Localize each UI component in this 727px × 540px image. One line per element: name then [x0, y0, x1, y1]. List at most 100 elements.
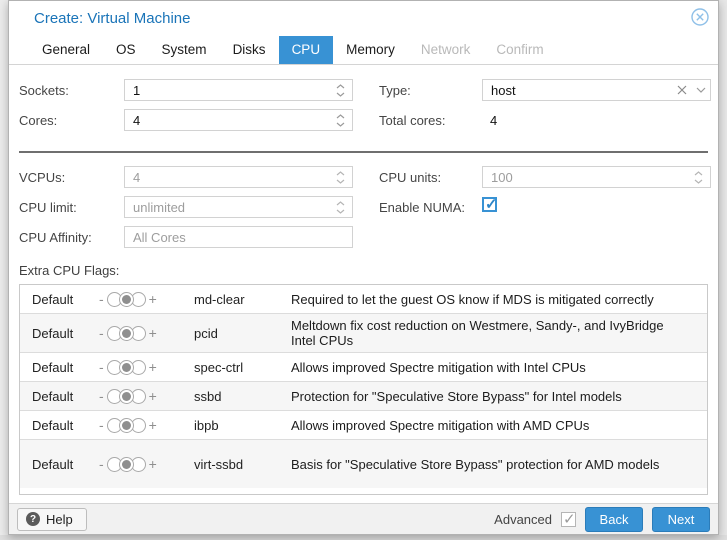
- tab-disks[interactable]: Disks: [220, 36, 279, 64]
- question-mark-icon: ?: [26, 512, 40, 526]
- flag-state-label: Default: [32, 457, 99, 472]
- table-row: Default - + spec-ctrl Allows improved Sp…: [20, 353, 707, 382]
- table-row: Default - + ibpb Allows improved Spectre…: [20, 411, 707, 440]
- slider-default-position[interactable]: [119, 389, 134, 404]
- back-button[interactable]: Back: [585, 507, 643, 532]
- slider-default-position[interactable]: [119, 292, 134, 307]
- advanced-label: Advanced: [494, 512, 552, 527]
- cores-field: [124, 109, 353, 131]
- flag-tristate-slider[interactable]: - +: [99, 326, 185, 341]
- help-button-label: Help: [46, 512, 73, 527]
- flag-description: Allows improved Spectre mitigation with …: [291, 360, 697, 375]
- dialog-footer: ? Help Advanced ✓ Back Next: [9, 503, 718, 534]
- cpu-units-input[interactable]: [482, 166, 711, 188]
- type-label: Type:: [379, 83, 482, 98]
- checkmark-icon: ✓: [485, 195, 498, 213]
- close-icon[interactable]: [691, 8, 709, 26]
- minus-icon: -: [99, 457, 104, 471]
- spinner-up-down-icon[interactable]: [336, 111, 347, 129]
- cpu-affinity-label: CPU Affinity:: [19, 230, 124, 245]
- cpu-panel: Sockets: Type:: [9, 65, 718, 503]
- cores-label: Cores:: [19, 113, 124, 128]
- total-cores-label: Total cores:: [379, 113, 482, 128]
- enable-numa-label: Enable NUMA:: [379, 200, 482, 215]
- help-button[interactable]: ? Help: [17, 508, 87, 531]
- minus-icon: -: [99, 326, 104, 340]
- slider-default-position[interactable]: [119, 457, 134, 472]
- flag-state-label: Default: [32, 292, 99, 307]
- create-vm-dialog: Create: Virtual Machine General OS Syste…: [8, 0, 719, 535]
- spinner-up-down-icon: [336, 168, 347, 186]
- advanced-checkbox[interactable]: ✓: [561, 512, 576, 527]
- background-page-sliver-bottom: [0, 535, 727, 540]
- vcpus-label: VCPUs:: [19, 170, 124, 185]
- cpu-units-field: [482, 166, 711, 188]
- flag-name: virt-ssbd: [194, 457, 291, 472]
- flag-tristate-slider[interactable]: - +: [99, 457, 185, 472]
- flag-name: md-clear: [194, 292, 291, 307]
- next-button[interactable]: Next: [652, 507, 710, 532]
- vcpus-input[interactable]: [124, 166, 353, 188]
- flag-tristate-slider[interactable]: - +: [99, 418, 185, 433]
- minus-icon: -: [99, 292, 104, 306]
- table-row: Default - + virt-ssbd Basis for "Specula…: [20, 440, 707, 488]
- plus-icon: +: [149, 326, 157, 340]
- tab-confirm: Confirm: [483, 36, 556, 64]
- flag-state-label: Default: [32, 418, 99, 433]
- table-row: Default - + pcid Meltdown fix cost reduc…: [20, 314, 707, 353]
- sockets-label: Sockets:: [19, 83, 124, 98]
- spinner-up-down-icon[interactable]: [336, 81, 347, 99]
- flag-description: Basis for "Speculative Store Bypass" pro…: [291, 457, 697, 472]
- plus-icon: +: [149, 292, 157, 306]
- plus-icon: +: [149, 389, 157, 403]
- tab-memory[interactable]: Memory: [333, 36, 408, 64]
- table-row: Default - + md-clear Required to let the…: [20, 285, 707, 314]
- minus-icon: -: [99, 360, 104, 374]
- cpu-limit-input[interactable]: [124, 196, 353, 218]
- slider-default-position[interactable]: [119, 360, 134, 375]
- cores-input[interactable]: [124, 109, 353, 131]
- sockets-input[interactable]: [124, 79, 353, 101]
- flag-tristate-slider[interactable]: - +: [99, 292, 185, 307]
- cpu-flags-table: Default - + md-clear Required to let the…: [19, 284, 708, 495]
- flag-description: Protection for "Speculative Store Bypass…: [291, 389, 697, 404]
- flag-state-label: Default: [32, 360, 99, 375]
- flag-state-label: Default: [32, 326, 99, 341]
- flag-name: spec-ctrl: [194, 360, 291, 375]
- checkmark-icon: ✓: [563, 510, 576, 528]
- extra-cpu-flags-label: Extra CPU Flags:: [19, 263, 708, 278]
- tab-os[interactable]: OS: [103, 36, 149, 64]
- spinner-up-down-icon: [694, 168, 705, 186]
- plus-icon: +: [149, 360, 157, 374]
- table-row: Default - + ssbd Protection for "Specula…: [20, 382, 707, 411]
- flag-tristate-slider[interactable]: - +: [99, 360, 185, 375]
- dialog-header: Create: Virtual Machine: [9, 1, 718, 34]
- slider-default-position[interactable]: [119, 326, 134, 341]
- chevron-down-icon[interactable]: [696, 87, 706, 93]
- minus-icon: -: [99, 418, 104, 432]
- flag-name: ibpb: [194, 418, 291, 433]
- spinner-up-down-icon: [336, 198, 347, 216]
- cpu-limit-field: [124, 196, 353, 218]
- tab-general[interactable]: General: [29, 36, 103, 64]
- slider-default-position[interactable]: [119, 418, 134, 433]
- enable-numa-checkbox[interactable]: ✓: [482, 197, 497, 212]
- plus-icon: +: [149, 418, 157, 432]
- plus-icon: +: [149, 457, 157, 471]
- cpu-affinity-field: [124, 226, 353, 248]
- tab-system[interactable]: System: [149, 36, 220, 64]
- cpu-affinity-input[interactable]: [124, 226, 353, 248]
- flag-description: Meltdown fix cost reduction on Westmere,…: [291, 318, 697, 348]
- flag-state-label: Default: [32, 389, 99, 404]
- section-divider: [19, 151, 708, 153]
- total-cores-value: 4: [482, 113, 711, 128]
- clear-icon[interactable]: [677, 85, 687, 95]
- vcpus-field: [124, 166, 353, 188]
- dialog-title: Create: Virtual Machine: [34, 10, 190, 27]
- tab-cpu[interactable]: CPU: [279, 36, 334, 64]
- background-page-sliver: [0, 0, 8, 540]
- flag-tristate-slider[interactable]: - +: [99, 389, 185, 404]
- flag-name: pcid: [194, 326, 291, 341]
- flag-name: ssbd: [194, 389, 291, 404]
- flag-description: Allows improved Spectre mitigation with …: [291, 418, 697, 433]
